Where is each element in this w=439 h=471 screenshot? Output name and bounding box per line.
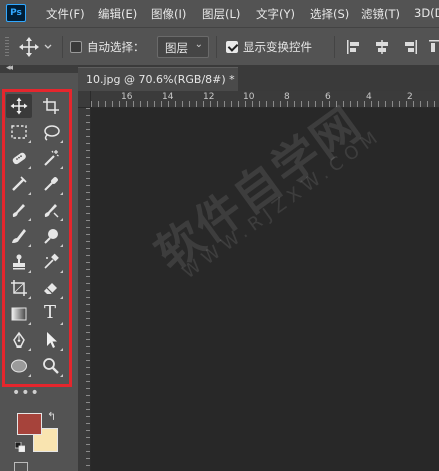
menu-bar: Ps 文件(F) 编辑(E) 图像(I) 图层(L) 文字(Y) 选择(S) 滤… [0,0,439,27]
menu-3d[interactable]: 3D(D) [414,6,439,20]
align-left-icon[interactable] [346,39,362,55]
auto-select-checkbox[interactable] [70,41,82,53]
default-colors-icon[interactable] [15,442,25,452]
panel-header-strip [0,65,78,73]
options-bar-grip[interactable] [5,37,9,57]
vertical-ruler[interactable] [78,108,91,471]
options-bar: 自动选择： 图层 ⌄ 显示变换控件 [0,27,439,65]
quick-mask-button[interactable] [14,462,28,471]
align-center-icon[interactable] [374,39,390,55]
auto-select-target-dropdown[interactable]: 图层 ⌄ [157,36,209,58]
horizontal-ruler[interactable]: 16 14 12 10 8 6 4 2 [91,91,439,108]
ruler-label: 16 [121,92,133,102]
swap-colors-icon[interactable]: ↰ [47,410,56,423]
menu-filter[interactable]: 滤镜(T) [361,6,400,22]
ruler-label: 14 [162,92,174,102]
document-tab-bar: 10.jpg @ 70.6%(RGB/8#) * [78,65,439,91]
auto-select-target-value: 图层 [165,41,188,55]
auto-select-label: 自动选择： [87,40,145,54]
document-tab[interactable]: 10.jpg @ 70.6%(RGB/8#) * [78,67,238,91]
tool-preset-picker[interactable] [17,35,57,59]
ruler-label: 10 [243,92,255,102]
align-right-icon[interactable] [402,39,418,55]
separator [62,36,63,58]
photoshop-logo: Ps [6,4,26,22]
menu-select[interactable]: 选择(S) [310,6,349,22]
ruler-label: 6 [325,92,331,102]
ruler-ticks [86,108,90,471]
separator [216,36,217,58]
menu-type[interactable]: 文字(Y) [256,6,295,22]
tool-group-highlight [2,89,72,387]
ruler-ticks [91,101,439,107]
move-icon [19,37,52,57]
ruler-label: 12 [203,92,215,102]
document-tab-title: 10.jpg @ 70.6%(RGB/8#) * [86,73,235,86]
foreground-color-swatch[interactable] [17,413,42,435]
menu-edit[interactable]: 编辑(E) [98,6,137,22]
align-top-icon[interactable] [428,39,439,55]
ruler-origin[interactable] [78,91,91,108]
collapse-panel-icon[interactable]: ◂◂ [6,63,13,73]
show-transform-checkbox[interactable] [226,41,238,53]
document-canvas[interactable] [91,108,439,471]
show-transform-label: 显示变换控件 [243,40,312,54]
ruler-label: 2 [407,92,413,102]
separator [334,36,335,58]
menu-image[interactable]: 图像(I) [151,6,186,22]
menu-file[interactable]: 文件(F) [46,6,85,22]
menu-layer[interactable]: 图层(L) [202,6,240,22]
ruler-label: 8 [284,92,290,102]
ruler-label: 4 [366,92,372,102]
more-tools-button[interactable]: ••• [12,385,40,401]
chevron-down-icon: ⌄ [194,39,203,50]
